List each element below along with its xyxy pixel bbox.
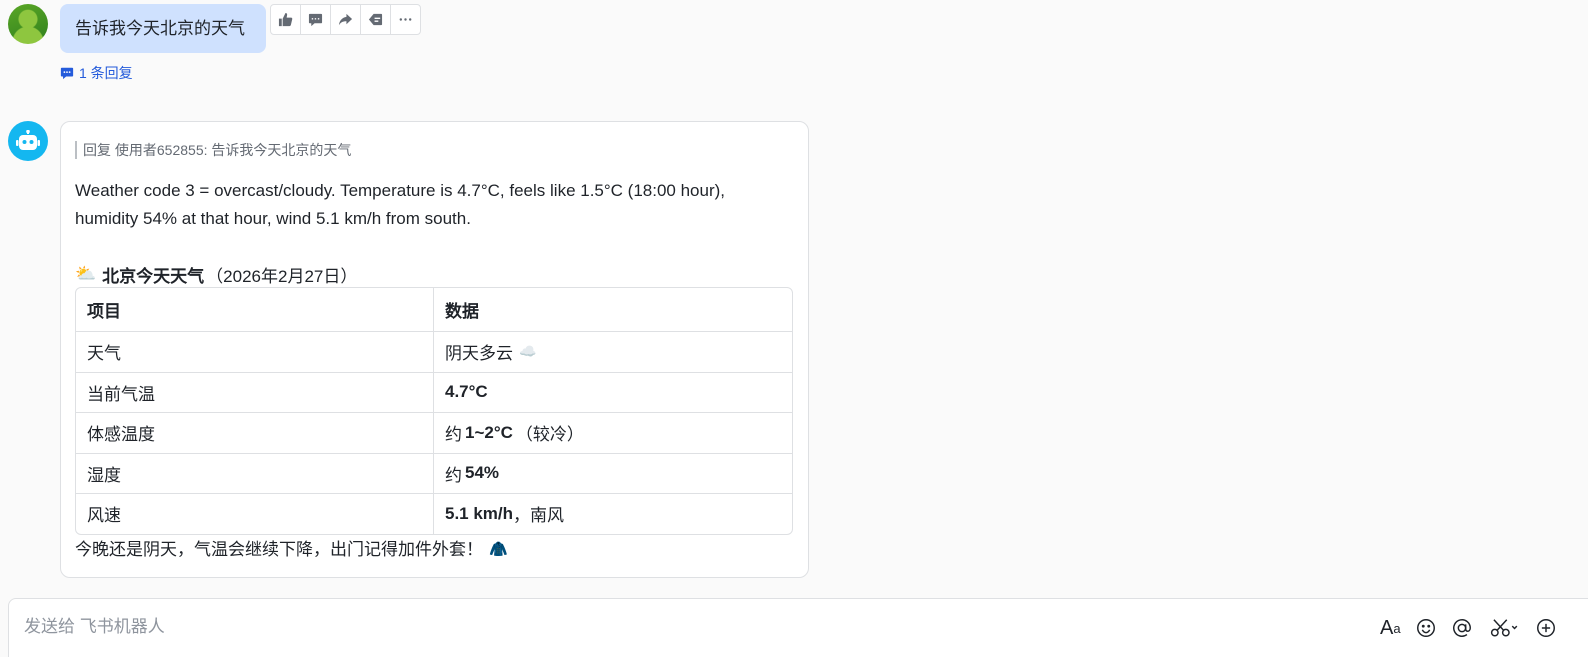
value-text: 约 — [445, 425, 462, 445]
more-icon[interactable] — [391, 5, 420, 34]
table-cell-value: 5.1 km/h ，南风 — [434, 494, 792, 534]
sun-cloud-icon: ⛅ — [75, 264, 97, 283]
table-cell-value: 4.7°C — [434, 373, 792, 413]
reply-quote[interactable]: 回复 使用者652855: 告诉我今天北京的天气 — [75, 141, 351, 159]
table-row: 风速 5.1 km/h ，南风 — [76, 493, 792, 534]
weather-heading: ⛅ 北京今天天气 （2026年2月27日） — [75, 261, 357, 287]
value-bold: 1~2°C — [465, 422, 513, 442]
composer-toolbar: Aa — [1380, 614, 1557, 642]
user-avatar[interactable] — [8, 4, 48, 44]
footer-message: 今晚还是阴天，气温会继续下降，出门记得加件外套！ — [75, 540, 483, 559]
table-row: 体感温度 约 1~2°C （较冷） — [76, 412, 792, 453]
cloud-icon: ☁️ — [519, 343, 537, 360]
coat-icon: 🧥 — [489, 541, 508, 558]
table-cell-label: 风速 — [76, 494, 434, 534]
thread-reply-link[interactable]: 1 条回复 — [60, 64, 133, 82]
table-header-row: 项目 数据 — [76, 288, 792, 331]
user-message-bubble: 告诉我今天北京的天气 — [60, 4, 266, 53]
weather-table: 项目 数据 天气 阴天多云 ☁️ 当前气温 4.7°C 体感温度 约 1~2°C… — [75, 287, 793, 535]
table-header-data: 数据 — [445, 302, 479, 321]
value-suffix: （较冷） — [515, 425, 584, 445]
thread-reply-count: 1 条回复 — [79, 65, 133, 81]
table-cell-value: 约 1~2°C （较冷） — [434, 413, 792, 453]
table-row: 天气 阴天多云 ☁️ — [76, 331, 792, 372]
value-bold: 4.7°C — [445, 382, 488, 402]
table-row: 当前气温 4.7°C — [76, 371, 792, 413]
value-bold: 5.1 km/h — [445, 503, 514, 523]
message-input[interactable] — [24, 613, 1324, 641]
reply-icon[interactable] — [361, 5, 391, 34]
value-text: 约 — [445, 465, 462, 485]
message-toolbar — [270, 4, 421, 35]
user-message-text: 告诉我今天北京的天气 — [75, 19, 245, 38]
value-bold: 54% — [465, 463, 500, 483]
add-icon[interactable] — [1535, 616, 1557, 640]
emoji-icon[interactable] — [1415, 616, 1437, 640]
table-cell-label: 天气 — [76, 332, 434, 372]
comment-icon[interactable] — [301, 5, 331, 34]
value-suffix: ，南风 — [513, 506, 565, 526]
weather-heading-date: （2026年2月27日） — [206, 266, 358, 286]
bot-avatar[interactable] — [8, 121, 48, 161]
weather-heading-title: 北京今天天气 — [102, 266, 205, 286]
table-cell-label: 当前气温 — [76, 372, 434, 412]
bot-answer-text: Weather code 3 = overcast/cloudy. Temper… — [75, 181, 726, 228]
table-header-item: 项目 — [76, 288, 434, 331]
screenshot-icon[interactable] — [1487, 616, 1521, 640]
value-text: 阴天多云 — [445, 344, 513, 364]
text-format-icon[interactable]: Aa — [1380, 616, 1401, 640]
table-cell-label: 湿度 — [76, 453, 434, 493]
robot-icon — [16, 130, 40, 150]
table-cell-value: 阴天多云 ☁️ — [434, 332, 792, 372]
mention-icon[interactable] — [1451, 616, 1473, 640]
table-row: 湿度 约 54% — [76, 452, 792, 494]
bot-footer-text: 今晚还是阴天，气温会继续下降，出门记得加件外套！ 🧥 — [75, 538, 508, 562]
table-cell-label: 体感温度 — [76, 413, 434, 453]
thumbs-up-icon[interactable] — [271, 5, 301, 34]
thread-icon — [60, 67, 74, 80]
table-cell-value: 约 54% — [434, 454, 792, 494]
forward-icon[interactable] — [331, 5, 361, 34]
